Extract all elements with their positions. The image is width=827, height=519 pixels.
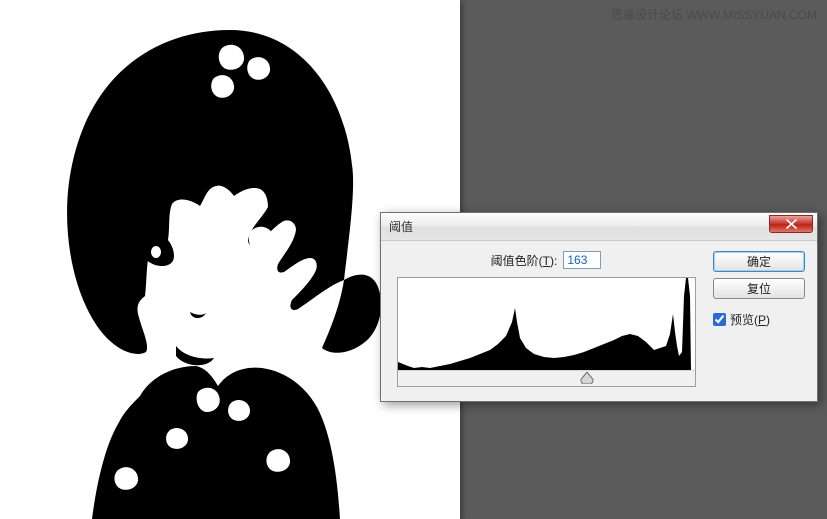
dialog-body: 阈值色阶(T): bbox=[381, 241, 817, 401]
preview-label: 预览(P) bbox=[730, 311, 770, 328]
dialog-side: 确定 复位 预览(P) bbox=[699, 251, 805, 387]
threshold-slider-handle[interactable] bbox=[581, 372, 594, 384]
reset-button[interactable]: 复位 bbox=[713, 278, 805, 299]
close-button[interactable] bbox=[769, 215, 813, 233]
preview-row[interactable]: 预览(P) bbox=[713, 311, 805, 328]
preview-checkbox[interactable] bbox=[713, 313, 726, 326]
threshold-dialog: 阈值 阈值色阶(T): bbox=[380, 212, 818, 402]
threshold-slider-track[interactable] bbox=[398, 370, 695, 386]
histogram-chart bbox=[398, 278, 695, 370]
dialog-main: 阈值色阶(T): bbox=[393, 251, 699, 387]
histogram-panel bbox=[397, 277, 696, 387]
threshold-level-input[interactable] bbox=[563, 251, 601, 269]
threshold-level-row: 阈值色阶(T): bbox=[393, 251, 699, 269]
watermark-text: 思缘设计论坛 WWW.MISSYUAN.COM bbox=[611, 6, 817, 23]
dialog-title: 阈值 bbox=[381, 218, 413, 235]
dialog-titlebar[interactable]: 阈值 bbox=[381, 213, 817, 241]
threshold-level-label: 阈值色阶(T): bbox=[491, 252, 558, 269]
ok-button[interactable]: 确定 bbox=[713, 251, 805, 272]
close-icon bbox=[786, 219, 797, 229]
